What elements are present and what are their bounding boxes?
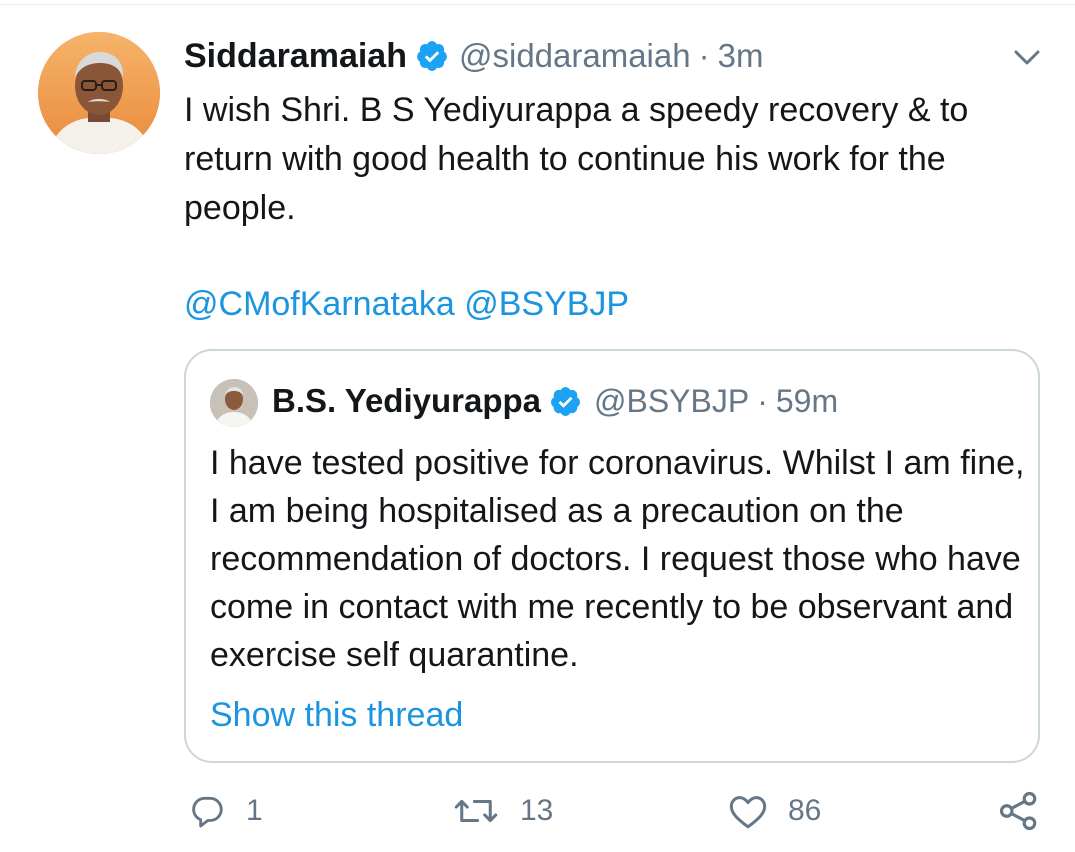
- retweet-count: 13: [520, 794, 554, 827]
- reply-count: 1: [246, 794, 263, 827]
- header-separator: ·: [698, 37, 710, 74]
- show-thread-link[interactable]: Show this thread: [210, 693, 463, 737]
- mention-link-cmofkarnataka[interactable]: @CMofKarnataka: [184, 285, 455, 323]
- reply-button[interactable]: 1: [188, 786, 263, 836]
- share-button[interactable]: [998, 786, 1040, 836]
- like-icon: [728, 792, 768, 830]
- author-display-name[interactable]: Siddaramaiah: [184, 37, 407, 76]
- share-icon: [998, 790, 1040, 832]
- tweet-mentions: @CMofKarnataka @BSYBJP: [184, 280, 629, 329]
- verified-badge-icon: [549, 385, 582, 418]
- author-handle[interactable]: @siddaramaiah: [459, 37, 691, 75]
- author-avatar[interactable]: [38, 32, 160, 154]
- tweet-timestamp[interactable]: 3m: [718, 37, 764, 75]
- quoted-author-avatar: [210, 379, 258, 427]
- reply-icon: [188, 792, 226, 830]
- like-count: 86: [788, 794, 822, 827]
- quoted-tweet-card[interactable]: B.S. Yediyurappa @BSYBJP · 59m I have te…: [184, 349, 1040, 763]
- verified-badge-icon: [415, 39, 449, 73]
- retweet-button[interactable]: 13: [452, 786, 553, 836]
- quoted-author-handle: @BSYBJP: [594, 382, 750, 419]
- tweet-action-bar: 1 13 86: [0, 786, 1075, 836]
- quoted-tweet-header: B.S. Yediyurappa @BSYBJP · 59m: [272, 379, 838, 423]
- quoted-tweet-text: I have tested positive for coronavirus. …: [210, 444, 1025, 674]
- tweet-header: Siddaramaiah @siddaramaiah · 3m: [184, 34, 763, 78]
- tweet-text: I wish Shri. B S Yediyurappa a speedy re…: [184, 91, 978, 227]
- quoted-header-separator: ·: [757, 382, 768, 419]
- quoted-author-display-name: B.S. Yediyurappa: [272, 382, 541, 419]
- like-button[interactable]: 86: [728, 786, 821, 836]
- top-divider: [0, 0, 1075, 5]
- quoted-tweet-timestamp: 59m: [775, 382, 839, 419]
- retweet-icon: [452, 792, 500, 830]
- chevron-down-icon[interactable]: [1010, 44, 1044, 70]
- mention-link-bsybjp[interactable]: @BSYBJP: [464, 285, 629, 323]
